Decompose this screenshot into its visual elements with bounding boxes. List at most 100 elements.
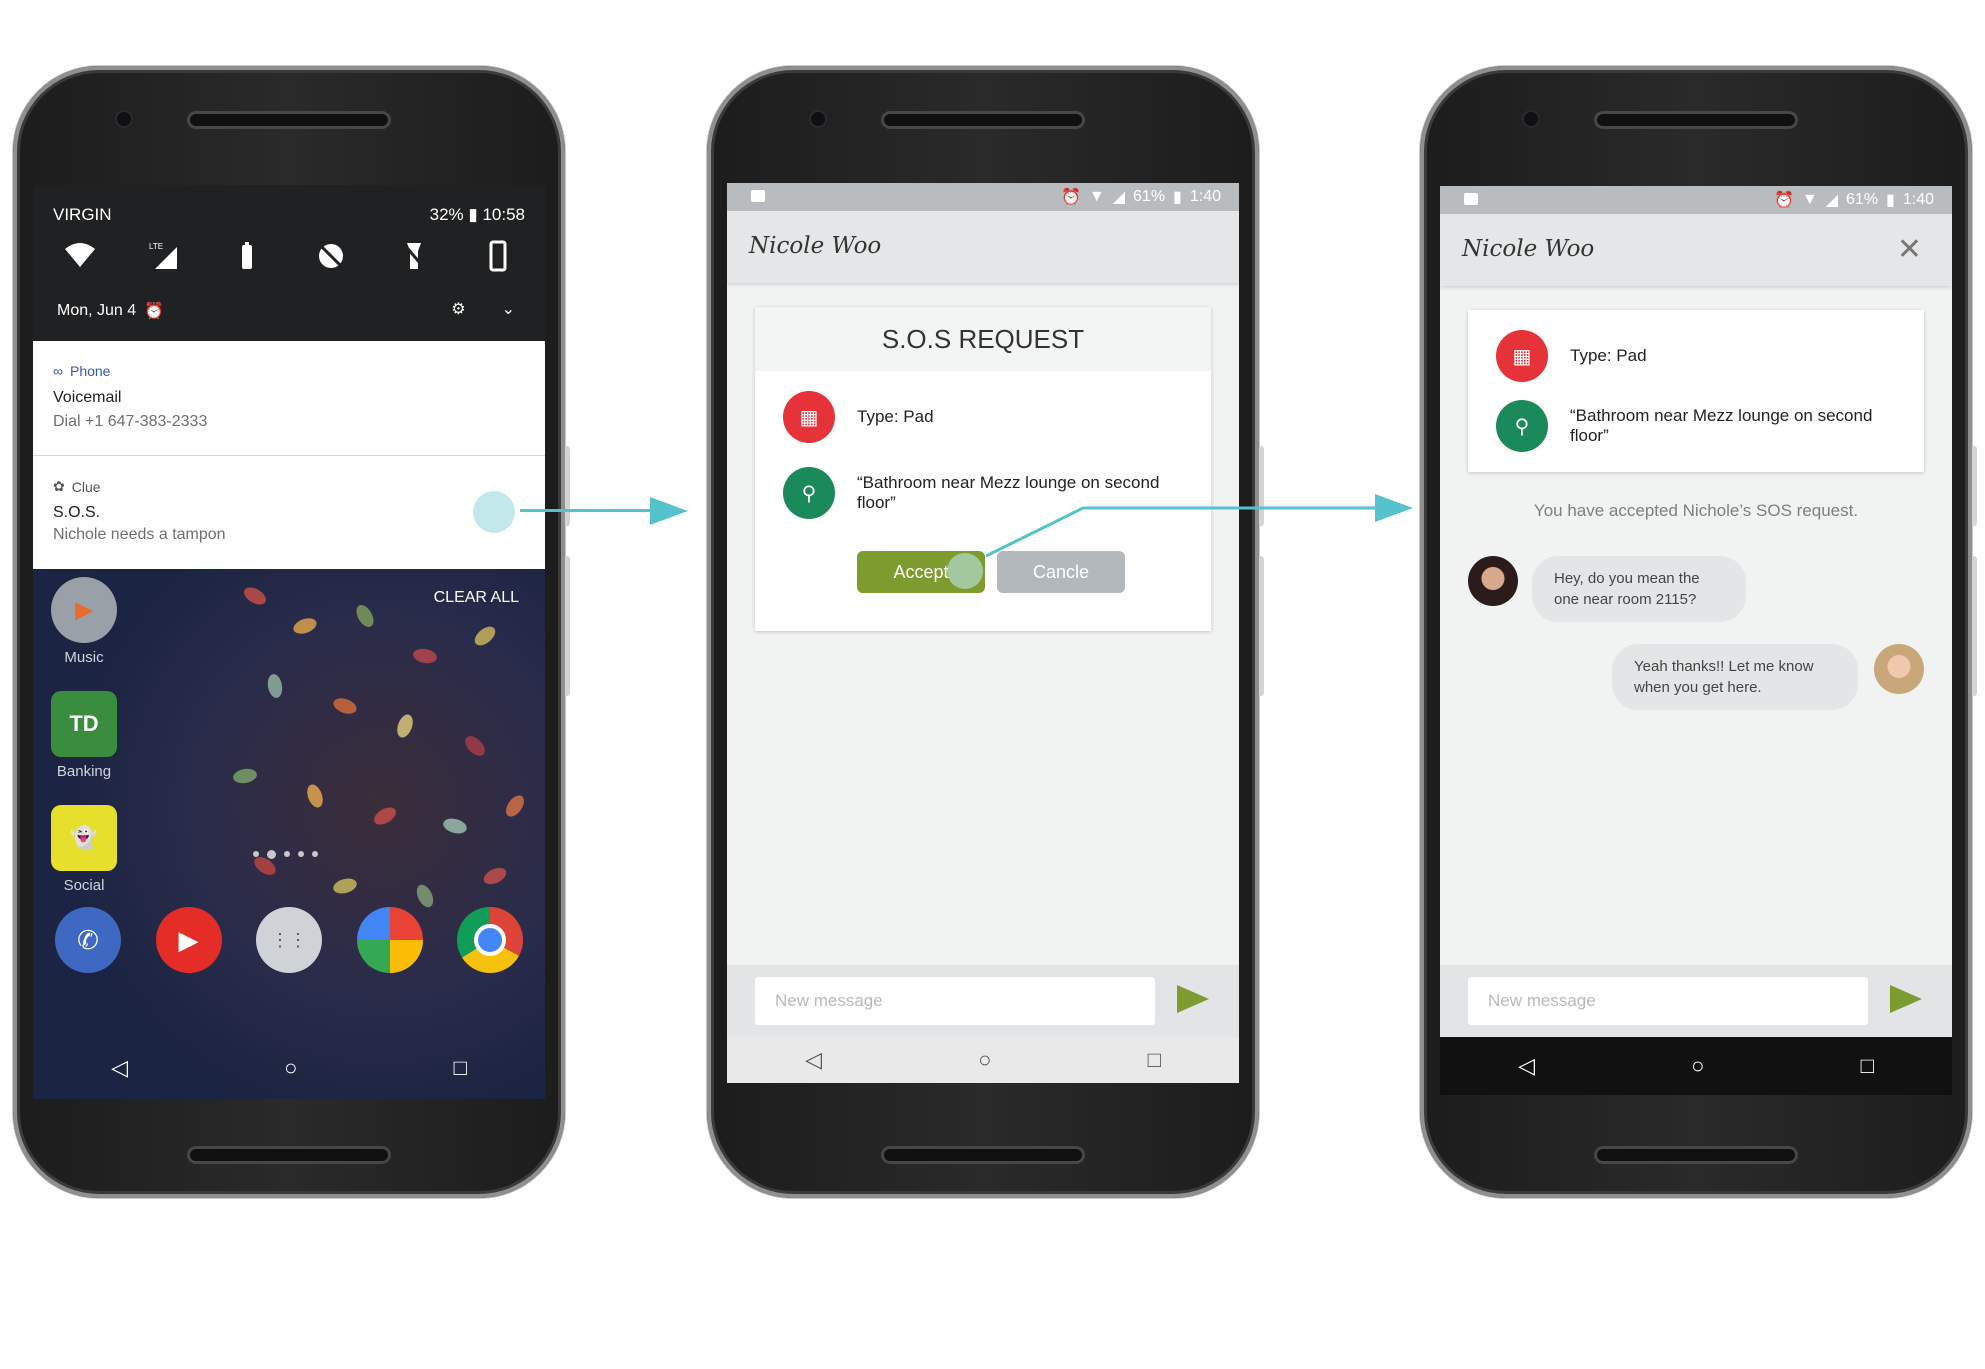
- status-bar: ⏰ ▼ ◢ 61% ▮ 1:40: [1440, 186, 1952, 214]
- expand-chevron-icon[interactable]: ⌄: [502, 299, 515, 319]
- tap-indicator: [473, 491, 515, 533]
- send-icon[interactable]: [1890, 985, 1922, 1013]
- signal-icon: ◢: [1112, 189, 1126, 206]
- battery-icon: ▮: [1886, 192, 1895, 209]
- close-icon[interactable]: ✕: [1897, 232, 1922, 267]
- gallery-icon: [751, 190, 765, 202]
- phone-sos-request-screen: ⏰ ▼ ◢ 61% ▮ 1:40 Nicole Woo S.O.S REQUEST ▦ T…: [707, 66, 1264, 1198]
- back-icon[interactable]: ◁: [1518, 1053, 1535, 1079]
- front-camera: [117, 112, 131, 126]
- battery-percent: 61%: [1133, 188, 1166, 205]
- clue-app-icon: ✿: [53, 478, 65, 494]
- do-not-disturb-icon[interactable]: [314, 239, 348, 273]
- user-avatar: [1874, 644, 1924, 694]
- app-drawer-icon[interactable]: ⋮⋮: [256, 907, 322, 973]
- card-title: S.O.S REQUEST: [755, 307, 1211, 371]
- cancel-button[interactable]: Cancle: [997, 551, 1125, 593]
- home-icon[interactable]: ○: [978, 1047, 991, 1073]
- app-social[interactable]: 👻 Social: [47, 805, 121, 894]
- svg-text:LTE: LTE: [149, 242, 163, 251]
- app-banking[interactable]: TD Banking: [47, 691, 121, 780]
- alarm-icon: ⏰: [1060, 189, 1081, 206]
- wifi-icon: ▼: [1088, 188, 1105, 205]
- phone-icon[interactable]: ✆: [55, 907, 121, 973]
- clock: 1:40: [1189, 188, 1221, 205]
- location-row: ⚲ “Bathroom near Mezz lounge on second f…: [783, 467, 1163, 519]
- flashlight-icon[interactable]: [397, 239, 431, 273]
- send-icon[interactable]: [1177, 985, 1209, 1013]
- power-button: [565, 446, 570, 526]
- carrier-label: VIRGIN: [53, 205, 112, 224]
- app-label: Social: [63, 877, 105, 894]
- location-row: ⚲ “Bathroom near Mezz lounge on second f…: [1496, 400, 1876, 452]
- notification-app-name: Clue: [71, 478, 101, 495]
- youtube-icon[interactable]: ▶: [155, 907, 222, 973]
- battery-saver-icon[interactable]: [230, 239, 264, 273]
- battery-icon: ▮: [1173, 189, 1182, 206]
- clear-all-button[interactable]: CLEAR ALL: [434, 589, 519, 607]
- new-message-input[interactable]: New message: [755, 977, 1155, 1025]
- auto-rotate-icon[interactable]: [481, 239, 515, 273]
- signal-icon: ◢: [1825, 192, 1839, 209]
- voicemail-icon: ∞: [53, 363, 63, 379]
- screen: ⏰ ▼ ◢ 61% ▮ 1:40 Nicole Woo ✕ ▦ Type: Pad ⚲ “…: [1440, 186, 1952, 1037]
- type-label: Type: Pad: [1570, 346, 1647, 365]
- notification-sos[interactable]: ✿ Clue S.O.S. Nichole needs a tampon: [33, 456, 545, 569]
- page-indicator: [253, 850, 318, 859]
- play-music-icon: ▶: [51, 577, 117, 643]
- recents-icon[interactable]: □: [1861, 1053, 1874, 1079]
- front-camera: [1524, 112, 1538, 126]
- td-bank-icon: TD: [51, 691, 117, 757]
- bottom-speaker: [187, 1146, 391, 1164]
- snapchat-icon: 👻: [51, 805, 117, 871]
- chat-bubble-incoming: Hey, do you mean the one near room 2115?: [1532, 556, 1746, 622]
- app-bar: Nicole Woo ✕: [1440, 214, 1952, 286]
- flow-arrow-head: [650, 497, 688, 525]
- recents-icon[interactable]: □: [454, 1055, 467, 1081]
- volume-button: [565, 556, 570, 696]
- notification-title: Voicemail: [53, 389, 122, 406]
- phone-chat-screen: ⏰ ▼ ◢ 61% ▮ 1:40 Nicole Woo ✕ ▦ Type: Pad ⚲ “…: [1420, 66, 1977, 1198]
- gallery-icon: [1464, 193, 1478, 205]
- system-nav-bar: ◁ ○ □: [33, 1037, 545, 1099]
- settings-gear-icon[interactable]: ⚙: [451, 299, 465, 319]
- app-music[interactable]: ▶ Music: [47, 577, 121, 666]
- lte-signal-icon[interactable]: LTE: [147, 239, 181, 273]
- contact-name: Nicole Woo: [1462, 236, 1595, 262]
- app-label: Music: [64, 649, 104, 666]
- app-bar: Nicole Woo: [727, 211, 1239, 283]
- earpiece-speaker: [881, 111, 1085, 129]
- date-label: Mon, Jun 4: [57, 302, 137, 319]
- bottom-speaker: [1594, 1146, 1798, 1164]
- sos-summary-card: ▦ Type: Pad ⚲ “Bathroom near Mezz lounge…: [1468, 310, 1924, 472]
- alarm-icon: ⏰: [1773, 192, 1794, 209]
- home-icon[interactable]: ○: [1691, 1053, 1704, 1079]
- app-label: Banking: [56, 763, 112, 780]
- notification-title: S.O.S.: [53, 504, 101, 521]
- earpiece-speaker: [187, 111, 391, 129]
- home-wallpaper: CLEAR ALL ▶ Music TD Banking 👻 Social ✆ …: [33, 569, 545, 1099]
- clock: 10:58: [482, 205, 525, 224]
- location-text: “Bathroom near Mezz lounge on second flo…: [1570, 406, 1873, 445]
- type-row: ▦ Type: Pad: [783, 391, 934, 443]
- type-label: Type: Pad: [857, 407, 934, 426]
- back-icon[interactable]: ◁: [805, 1047, 822, 1073]
- power-button: [1259, 446, 1264, 526]
- phone-notification-screen: CLEAR ALL ▶ Music TD Banking 👻 Social ✆ …: [13, 66, 570, 1198]
- home-icon[interactable]: ○: [284, 1055, 297, 1081]
- message-composer: New message: [1440, 965, 1952, 1037]
- recents-icon[interactable]: □: [1148, 1047, 1161, 1073]
- volume-button: [1972, 556, 1977, 696]
- system-nav-bar: ◁ ○ □: [727, 1037, 1239, 1083]
- notification-voicemail[interactable]: ∞ Phone Voicemail Dial +1 647-383-2333: [33, 341, 545, 456]
- new-message-input[interactable]: New message: [1468, 977, 1868, 1025]
- dock: ✆ ▶ ⋮⋮: [55, 907, 523, 973]
- wifi-icon: ▼: [1801, 191, 1818, 208]
- photos-icon[interactable]: [356, 907, 423, 973]
- wifi-icon[interactable]: [63, 239, 97, 273]
- back-icon[interactable]: ◁: [111, 1055, 128, 1081]
- pad-icon: ▦: [783, 391, 835, 443]
- notification-app-name: Phone: [69, 363, 111, 379]
- chrome-icon[interactable]: [457, 907, 523, 973]
- clock: 1:40: [1902, 191, 1934, 208]
